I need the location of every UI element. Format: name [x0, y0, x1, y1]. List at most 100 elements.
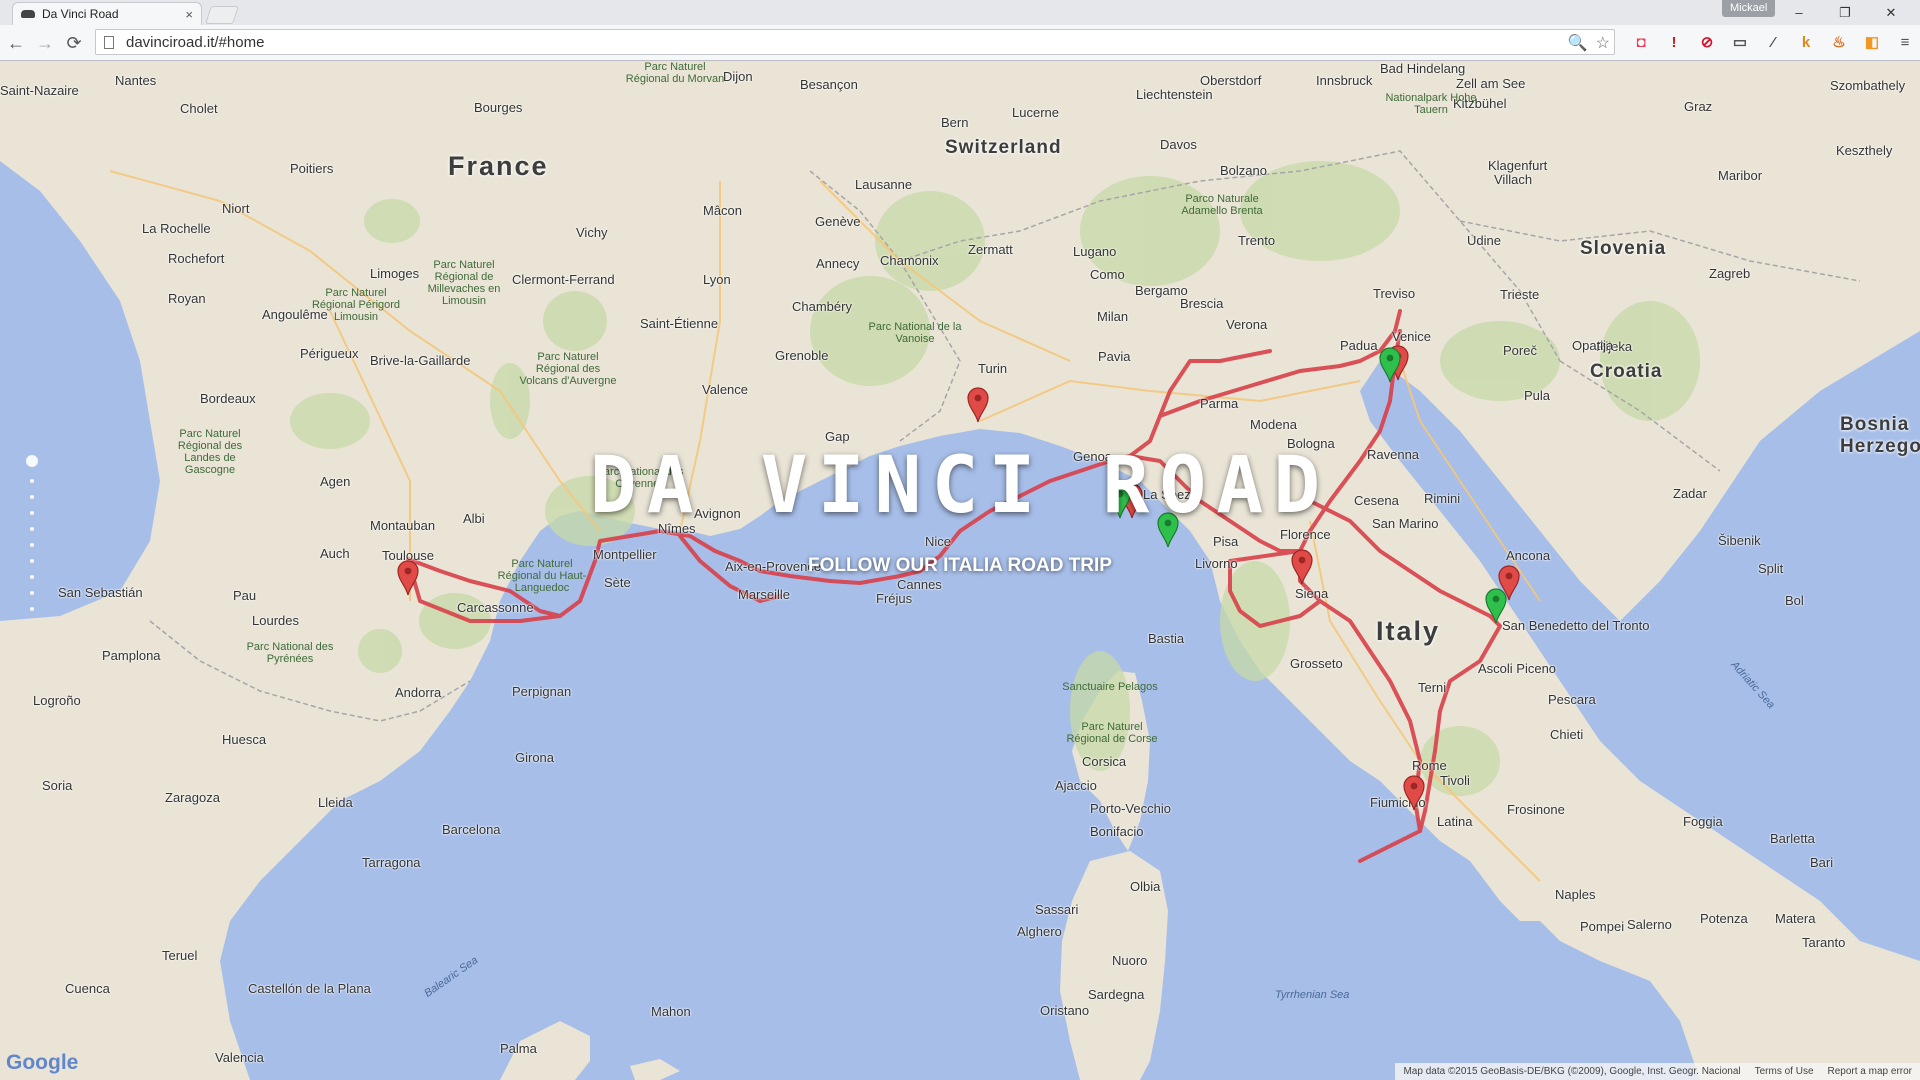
- adblock-icon[interactable]: ⊘: [1696, 31, 1718, 53]
- section-dot[interactable]: [26, 455, 38, 467]
- sea-label: Tyrrhenian Sea: [1275, 989, 1350, 1001]
- page-icon: [104, 35, 114, 49]
- section-dot[interactable]: [30, 495, 34, 499]
- window-controls: – ❐ ✕: [1776, 0, 1914, 25]
- back-button[interactable]: ←: [4, 31, 28, 55]
- tab-close-icon[interactable]: ×: [185, 7, 193, 22]
- close-window-icon[interactable]: ✕: [1868, 0, 1914, 25]
- url-input[interactable]: [124, 32, 1614, 52]
- city-label: Genève: [815, 214, 861, 229]
- city-label: Padua: [1340, 338, 1378, 353]
- restore-icon[interactable]: ❐: [1822, 0, 1868, 25]
- section-dot[interactable]: [30, 479, 34, 483]
- rss-icon[interactable]: ◧: [1861, 31, 1883, 53]
- city-label: Lleida: [318, 795, 353, 810]
- city-label: Modena: [1250, 417, 1297, 432]
- reload-button[interactable]: ⟳: [62, 31, 86, 55]
- city-label: Olbia: [1130, 879, 1161, 894]
- city-label: Sète: [604, 575, 631, 590]
- browser-tab[interactable]: Da Vinci Road ×: [12, 2, 202, 25]
- city-label: San Benedetto del Tronto: [1502, 618, 1650, 633]
- city-label: Bari: [1810, 855, 1834, 870]
- bookmark-star-icon[interactable]: ☆: [1596, 33, 1610, 53]
- city-label: Treviso: [1373, 286, 1416, 301]
- city-label: Frosinone: [1507, 802, 1565, 817]
- park-label: Parc Naturel Régional du Morvan: [625, 61, 725, 85]
- city-label: Bourges: [474, 100, 523, 115]
- city-label: Teruel: [162, 948, 198, 963]
- city-label: Trento: [1238, 233, 1276, 248]
- section-dot[interactable]: [30, 575, 34, 579]
- city-label: Szombathely: [1830, 78, 1906, 93]
- city-label: Chieti: [1550, 727, 1584, 742]
- city-label: Opatija: [1572, 338, 1614, 353]
- map-marker-green[interactable]: [1379, 347, 1411, 387]
- map-marker-red[interactable]: [1403, 775, 1435, 815]
- city-label: Šibenik: [1718, 533, 1761, 548]
- section-dot[interactable]: [30, 527, 34, 531]
- profile-badge[interactable]: Mickael: [1722, 0, 1776, 17]
- city-label: Pescara: [1548, 692, 1596, 707]
- city-label: Limoges: [370, 266, 420, 281]
- city-label: Zell am See: [1456, 76, 1526, 91]
- city-label: Venice: [1392, 329, 1432, 344]
- city-label: Porto-Vecchio: [1090, 801, 1171, 816]
- city-label: Barcelona: [442, 822, 501, 837]
- pocket-icon[interactable]: ◘: [1630, 31, 1652, 53]
- city-label: Bol: [1785, 593, 1804, 608]
- city-label: Bolzano: [1220, 163, 1267, 178]
- city-label: Saint-Nazaire: [0, 83, 79, 98]
- city-label: Annecy: [816, 256, 860, 271]
- browser-toolbar: ← → ⟳ 🔍 ☆ ◘! ⊘ ▭ ⁄ k ♨ ◧ ≡: [0, 25, 1920, 61]
- city-label: Salerno: [1627, 917, 1672, 932]
- hero-subtitle: FOLLOW OUR ITALIA ROAD TRIP: [808, 555, 1112, 576]
- city-label: Latina: [1437, 814, 1473, 829]
- city-label: Besançon: [800, 77, 858, 92]
- report-error-link[interactable]: Report a map error: [1828, 1066, 1912, 1077]
- section-dot[interactable]: [30, 511, 34, 515]
- fire-icon[interactable]: ♨: [1828, 31, 1850, 53]
- menu-icon[interactable]: ≡: [1894, 31, 1916, 53]
- country-label: Italy: [1376, 616, 1441, 646]
- city-label: Naples: [1555, 887, 1596, 902]
- land-menorca: [630, 1059, 680, 1080]
- city-label: Ascoli Piceno: [1478, 661, 1557, 676]
- lastpass-icon[interactable]: !: [1663, 31, 1685, 53]
- city-label: Bonifacio: [1090, 824, 1144, 839]
- address-bar[interactable]: 🔍 ☆: [95, 29, 1615, 55]
- park-label: Parc Naturel Régional de Millevaches en …: [427, 259, 501, 307]
- city-label: Soria: [42, 778, 73, 793]
- section-dot[interactable]: [30, 607, 34, 611]
- cast-icon[interactable]: ▭: [1729, 31, 1751, 53]
- city-label: Nice: [925, 534, 952, 549]
- minimize-icon[interactable]: –: [1776, 0, 1822, 25]
- terms-link[interactable]: Terms of Use: [1755, 1066, 1814, 1077]
- city-label: Foggia: [1683, 814, 1723, 829]
- city-label: Pamplona: [102, 648, 161, 663]
- section-dot[interactable]: [30, 559, 34, 563]
- city-label: Andorra: [395, 685, 442, 700]
- city-label: Lourdes: [252, 613, 299, 628]
- eyedropper-icon[interactable]: ⁄: [1762, 31, 1784, 53]
- city-label: Dijon: [723, 69, 753, 84]
- forward-button[interactable]: →: [33, 31, 57, 55]
- city-label: Matera: [1775, 911, 1816, 926]
- map-marker-red[interactable]: [967, 387, 999, 427]
- city-label: Fréjus: [876, 591, 913, 606]
- city-label: Klagenfurt: [1488, 158, 1548, 173]
- new-tab-button[interactable]: [205, 6, 239, 24]
- country-label: France: [448, 151, 549, 181]
- park-label: Parc Naturel Régional Périgord Limousin: [311, 287, 401, 323]
- google-logo[interactable]: Google: [6, 1051, 78, 1075]
- section-dot[interactable]: [30, 591, 34, 595]
- park-label: Parc National de la Vanoise: [868, 321, 962, 345]
- map-viewport[interactable]: France Switzerland Liechtenstein Italy Slove…: [0, 61, 1920, 1080]
- section-dot[interactable]: [30, 543, 34, 547]
- k-icon[interactable]: k: [1795, 31, 1817, 53]
- city-label: La Rochelle: [142, 221, 211, 236]
- city-label: Alghero: [1017, 924, 1062, 939]
- search-icon[interactable]: 🔍: [1568, 33, 1588, 53]
- hero-title: DA VINCI ROAD: [589, 441, 1331, 531]
- map-marker-green[interactable]: [1485, 588, 1517, 628]
- park-label: Parc Naturel Régional des Volcans d'Auve…: [519, 351, 617, 387]
